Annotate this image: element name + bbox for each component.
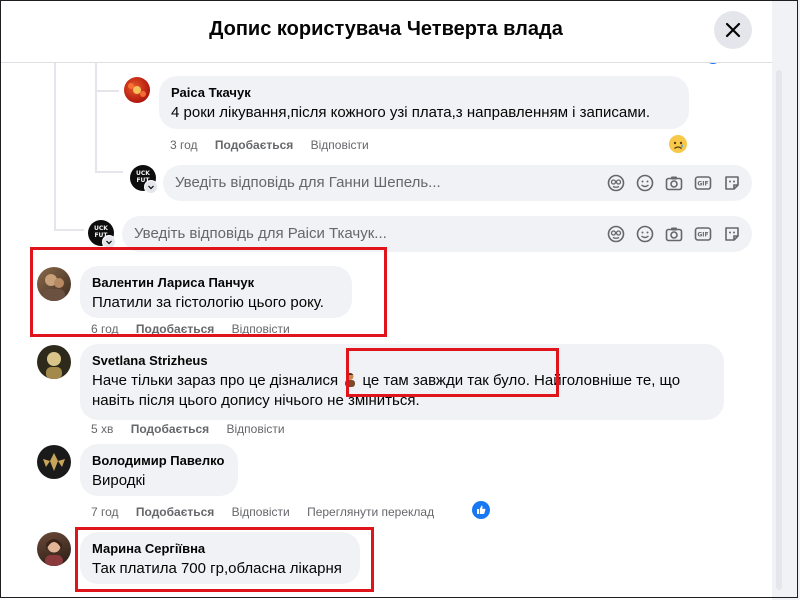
sticker-icon[interactable]	[722, 173, 742, 193]
comment-actions: 5 хв Подобається Відповісти	[91, 422, 299, 436]
comment-bubble: Svetlana Strizheus Наче тільки зараз про…	[80, 344, 724, 420]
comment-author[interactable]: Володимир Павелко	[92, 452, 226, 469]
comment-author[interactable]: Svetlana Strizheus	[92, 352, 712, 369]
reply-input-hanna[interactable]: Уведіть відповідь для Ганни Шепель... GI…	[163, 165, 752, 201]
comment-actions: 3 год Подобається Відповісти	[170, 138, 383, 152]
reply-link[interactable]: Відповісти	[232, 505, 290, 519]
camera-icon[interactable]	[664, 173, 684, 193]
thread-line	[54, 62, 56, 230]
comment-time[interactable]: 5 хв	[91, 422, 113, 436]
emoji-icon[interactable]	[635, 173, 655, 193]
chevron-down-icon[interactable]	[102, 235, 116, 249]
reply-link[interactable]: Відповісти	[226, 422, 284, 436]
comment-actions: 7 год Подобається Відповісти Переглянути…	[91, 505, 448, 519]
like-link[interactable]: Подобається	[215, 138, 293, 152]
thread-line	[95, 171, 123, 173]
input-tools: GIF	[606, 224, 742, 244]
comment-text: Виродкі	[92, 472, 146, 489]
comment-author[interactable]: Валентин Лариса Панчук	[92, 274, 340, 291]
thread-line	[54, 229, 84, 231]
reply-link[interactable]: Відповісти	[232, 322, 290, 336]
like-link[interactable]: Подобається	[131, 422, 209, 436]
close-icon	[725, 22, 741, 38]
comment-bubble: Раіса Ткачук 4 роки лікування,після кожн…	[159, 76, 689, 129]
comment-text-part: це там завжди так було. Найголовніше те,…	[362, 372, 681, 389]
avatar[interactable]	[124, 77, 150, 103]
person-emoji-icon	[345, 373, 356, 387]
avatar-sticker-icon[interactable]	[606, 173, 626, 193]
avatar[interactable]	[37, 267, 71, 301]
comment-bubble: Марина Сергіївна Так платила 700 гр,обла…	[80, 532, 360, 584]
reply-placeholder: Уведіть відповідь для Раіси Ткачук...	[134, 225, 387, 242]
svg-text:GIF: GIF	[697, 232, 708, 239]
comment-time[interactable]: 7 год	[91, 505, 119, 519]
comment-text: Платили за гістологію цього року.	[92, 294, 324, 311]
comment-time[interactable]: 3 год	[170, 138, 198, 152]
comment-bubble: Валентин Лариса Панчук Платили за гістол…	[80, 266, 352, 318]
gif-icon[interactable]: GIF	[693, 224, 713, 244]
svg-text:GIF: GIF	[697, 181, 708, 188]
see-translation-link[interactable]: Переглянути переклад	[307, 505, 434, 519]
comment-text: 4 роки лікування,після кожного узі плата…	[171, 104, 651, 121]
comment-author[interactable]: Раіса Ткачук	[171, 84, 677, 101]
comment-text-part: Наче тільки зараз про це дізналися	[92, 372, 339, 389]
reply-input-raisa[interactable]: Уведіть відповідь для Раіси Ткачук... GI…	[122, 216, 752, 252]
dialog-header: Допис користувача Четверта влада	[0, 0, 772, 63]
thread-line	[95, 62, 97, 172]
gif-icon[interactable]: GIF	[693, 173, 713, 193]
comment-text-part: навіть після цього допису нічього не змі…	[92, 392, 420, 409]
emoji-icon[interactable]	[635, 224, 655, 244]
input-tools: GIF	[606, 173, 742, 193]
comment-text: Наче тільки зараз про це дізналися це та…	[92, 371, 712, 411]
avatar[interactable]	[37, 345, 71, 379]
reply-link[interactable]: Відповісти	[311, 138, 369, 152]
flower-avatar-icon	[128, 83, 146, 97]
comment-time[interactable]: 6 год	[91, 322, 119, 336]
dialog-title: Допис користувача Четверта влада	[209, 18, 563, 40]
avatar[interactable]	[37, 445, 71, 479]
scrollbar-thumb[interactable]	[776, 70, 782, 590]
avatar[interactable]	[37, 532, 71, 566]
chevron-down-icon[interactable]	[144, 180, 158, 194]
comment-author[interactable]: Марина Сергіївна	[92, 540, 348, 557]
sad-reaction-icon[interactable]	[667, 133, 689, 155]
sticker-icon[interactable]	[722, 224, 742, 244]
post-dialog: Допис користувача Четверта влада Раіса Т…	[0, 0, 772, 600]
comment-bubble: Володимир Павелко Виродкі	[80, 444, 238, 496]
like-reaction-icon[interactable]	[470, 499, 492, 521]
comment-text: Так платила 700 гр,обласна лікарня	[92, 560, 342, 577]
like-link[interactable]: Подобається	[136, 322, 214, 336]
avatar-sticker-icon[interactable]	[606, 224, 626, 244]
reply-placeholder: Уведіть відповідь для Ганни Шепель...	[175, 174, 441, 191]
close-button[interactable]	[714, 11, 752, 49]
like-link[interactable]: Подобається	[136, 505, 214, 519]
camera-icon[interactable]	[664, 224, 684, 244]
comment-actions: 6 год Подобається Відповісти	[91, 322, 304, 336]
thread-line	[95, 90, 119, 92]
